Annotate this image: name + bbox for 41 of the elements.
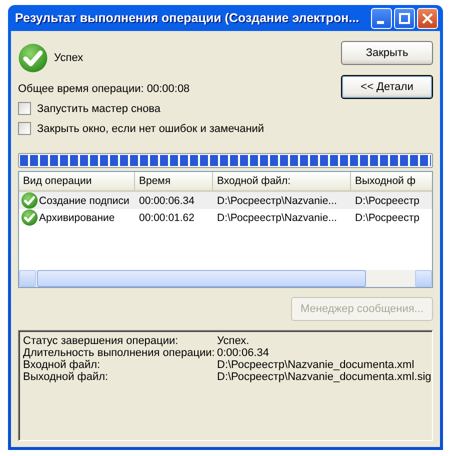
table-cell-text: 00:00:06.34: [138, 194, 196, 206]
window-title: Результат выполнения операции (Создание электрон...: [15, 11, 360, 25]
detail-label: Статус завершения операции:: [23, 335, 180, 347]
checkbox[interactable]: [18, 102, 31, 115]
table-cell: Создание подписи: [39, 194, 130, 206]
column-header[interactable]: Входной файл:: [213, 172, 351, 190]
table-cell-text: D:\Росреестр\Nazvanie...: [216, 194, 338, 206]
check-icon: [21, 192, 38, 209]
close-icon: [422, 12, 433, 24]
status-text: Успех: [54, 52, 84, 64]
close-dialog-button[interactable]: Закрыть: [341, 41, 433, 65]
minimize-button[interactable]: [371, 8, 392, 28]
list-row[interactable]: Создание подписи 00:00:06.34 D:\Росреестр\Nazvanie... D:\Росреестр: [19, 192, 432, 209]
column-header[interactable]: Время: [135, 172, 213, 190]
list-row[interactable]: Архивирование 00:00:01.62 D:\Росреестр\Nazvanie... D:\Росреестр: [19, 209, 432, 226]
detail-value: D:\Росреестр\Nazvanie_documenta.xml.sig: [217, 371, 432, 383]
detail-value: Успех.: [217, 335, 250, 347]
checkbox-label: Запустить мастер снова: [37, 102, 161, 114]
detail-label: Входной файл:: [23, 359, 102, 371]
detail-label: Выходной файл:: [23, 371, 110, 383]
maximize-button[interactable]: [394, 8, 415, 28]
details-button[interactable]: << Детали: [341, 75, 433, 99]
table-cell-text: 00:00:01.62: [138, 212, 196, 224]
table-cell-text: D:\Росреестр: [354, 212, 420, 224]
maximize-icon: [399, 12, 410, 24]
check-icon: [18, 43, 48, 73]
checkbox-label: Закрыть окно, если нет ошибок и замечаний: [37, 122, 264, 134]
detail-value: 0:00:06.34: [217, 347, 270, 359]
checkbox[interactable]: [18, 122, 31, 135]
minimize-icon: [376, 20, 384, 24]
detail-label: Длительность выполнения операции:: [23, 347, 216, 359]
check-icon: [21, 209, 38, 226]
table-cell: Архивирование: [39, 212, 115, 224]
close-button[interactable]: [417, 8, 438, 28]
column-header[interactable]: Вид операции: [19, 172, 135, 190]
horizontal-scrollbar[interactable]: [19, 270, 432, 287]
detail-value: D:\Росреестр\Nazvanie_documenta.xml: [217, 359, 416, 371]
table-cell-text: D:\Росреестр: [354, 194, 420, 206]
column-header[interactable]: Выходной ф: [351, 172, 432, 190]
table-cell-text: D:\Росреестр\Nazvanie...: [216, 212, 338, 224]
total-time-text: Общее время операции: 00:00:08: [18, 83, 191, 95]
